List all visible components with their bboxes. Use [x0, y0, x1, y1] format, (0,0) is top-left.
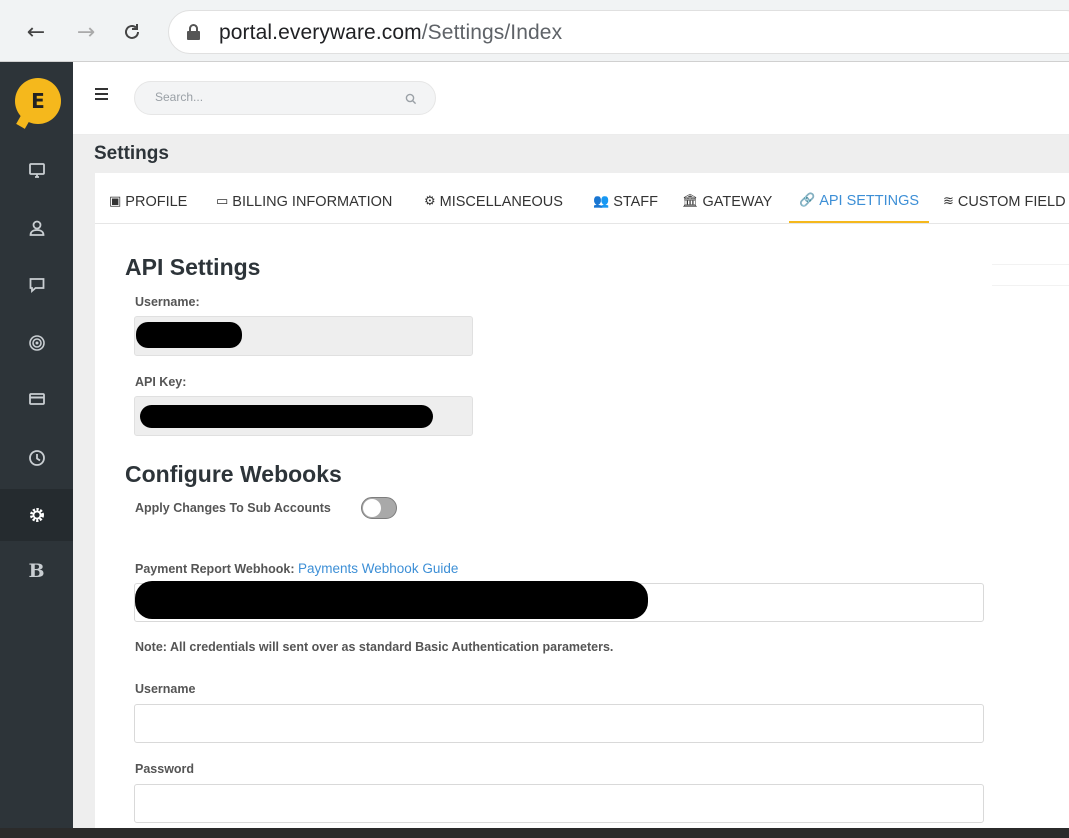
- apply-sub-accounts-toggle[interactable]: [361, 497, 397, 519]
- api-settings-heading: API Settings: [125, 254, 261, 280]
- api-key-field[interactable]: [134, 396, 473, 436]
- reload-button[interactable]: [118, 18, 146, 46]
- sidebar: E B: [0, 62, 73, 828]
- address-bar[interactable]: portal.everyware.com/Settings/Index: [168, 10, 1069, 54]
- webhook-password-input[interactable]: [134, 784, 984, 823]
- tab-profile[interactable]: ▣ PROFILE: [109, 180, 187, 223]
- redaction: [136, 322, 242, 348]
- redaction: [135, 581, 648, 619]
- api-username-field[interactable]: [134, 316, 473, 356]
- billing-card-icon: ▭: [216, 194, 229, 209]
- tab-label: MISCELLANEOUS: [439, 193, 563, 210]
- bank-icon: 🏛: [682, 194, 699, 209]
- divider: [992, 264, 1069, 286]
- sidebar-item-dashboard[interactable]: [0, 144, 73, 196]
- tab-custom-field[interactable]: ≋ CUSTOM FIELD: [943, 180, 1066, 223]
- search-icon[interactable]: [405, 93, 417, 105]
- gear-icon: [29, 508, 44, 522]
- tab-gateway[interactable]: 🏛 GATEWAY: [682, 180, 772, 223]
- tab-label: API SETTINGS: [819, 192, 920, 209]
- monitor-icon: [28, 163, 45, 178]
- page-header: Settings: [73, 135, 1069, 173]
- people-icon: 👥: [593, 194, 610, 209]
- b-icon: B: [28, 560, 45, 582]
- user-icon: [29, 220, 44, 236]
- page-title: Settings: [94, 143, 169, 164]
- tab-label: CUSTOM FIELD: [957, 193, 1066, 210]
- id-card-icon: ▣: [109, 194, 122, 209]
- url-text[interactable]: portal.everyware.com/Settings/Index: [219, 21, 562, 45]
- payment-report-webhook-field[interactable]: [134, 581, 984, 622]
- tab-label: PROFILE: [125, 193, 188, 210]
- app-header: [73, 62, 1069, 135]
- tab-staff[interactable]: 👥 STAFF: [593, 180, 658, 223]
- card-icon: [28, 393, 45, 405]
- reload-icon: [125, 24, 139, 39]
- hamburger-icon[interactable]: [95, 88, 108, 100]
- browser-toolbar: ← → portal.everyware.com/Settings/Index: [0, 0, 1069, 62]
- tab-api-settings[interactable]: 🔗 API SETTINGS: [789, 180, 930, 223]
- chat-icon: [29, 278, 44, 293]
- clock-icon: [28, 450, 45, 466]
- tab-label: GATEWAY: [702, 193, 773, 210]
- api-key-label: API Key:: [135, 375, 187, 389]
- lock-icon: [187, 24, 200, 40]
- sidebar-item-messages[interactable]: [0, 259, 73, 311]
- url-host: portal.everyware.com: [219, 21, 422, 44]
- sidebar-item-b[interactable]: B: [0, 545, 73, 597]
- sidebar-item-history[interactable]: [0, 432, 73, 484]
- stack-icon: ≋: [943, 194, 954, 209]
- apply-sub-accounts-label: Apply Changes To Sub Accounts: [135, 501, 331, 515]
- webhook-password-label: Password: [135, 762, 195, 776]
- tab-label: BILLING INFORMATION: [232, 193, 393, 210]
- logo-letter: E: [31, 89, 45, 113]
- target-icon: [28, 335, 45, 351]
- api-username-label: Username:: [135, 295, 200, 309]
- auth-note: Note: All credentials will sent over as …: [135, 640, 614, 654]
- payment-report-webhook-label: Payment Report Webhook: Payments Webhook…: [135, 561, 458, 576]
- url-path: /Settings/Index: [421, 21, 563, 44]
- sidebar-item-targets[interactable]: [0, 317, 73, 369]
- back-button[interactable]: ←: [22, 18, 50, 46]
- forward-button[interactable]: →: [72, 18, 100, 46]
- browser-window: ← → portal.everyware.com/Settings/Index …: [0, 0, 1069, 828]
- payment-report-label-text: Payment Report Webhook:: [135, 562, 295, 576]
- tab-label: STAFF: [613, 193, 659, 210]
- sidebar-item-payments[interactable]: [0, 373, 73, 425]
- webhook-username-label: Username: [135, 682, 196, 696]
- payments-webhook-guide-link[interactable]: Payments Webhook Guide: [298, 561, 458, 576]
- brand-logo[interactable]: E: [15, 78, 61, 124]
- redaction: [140, 405, 433, 428]
- toggle-knob: [363, 499, 381, 517]
- tab-billing-information[interactable]: ▭ BILLING INFORMATION: [216, 180, 392, 223]
- search-box[interactable]: [134, 81, 436, 115]
- webhook-username-input[interactable]: [134, 704, 984, 743]
- settings-tabs: ▣ PROFILE ▭ BILLING INFORMATION ⚙ MISCELLAN…: [95, 180, 1069, 224]
- search-input[interactable]: [155, 90, 385, 104]
- cog-icon: ⚙: [424, 194, 436, 209]
- link-icon: 🔗: [799, 193, 816, 208]
- webhooks-heading: Configure Webooks: [125, 461, 342, 487]
- tab-miscellaneous[interactable]: ⚙ MISCELLANEOUS: [424, 180, 563, 223]
- sidebar-item-customers[interactable]: [0, 202, 73, 254]
- sidebar-item-settings[interactable]: [0, 489, 73, 541]
